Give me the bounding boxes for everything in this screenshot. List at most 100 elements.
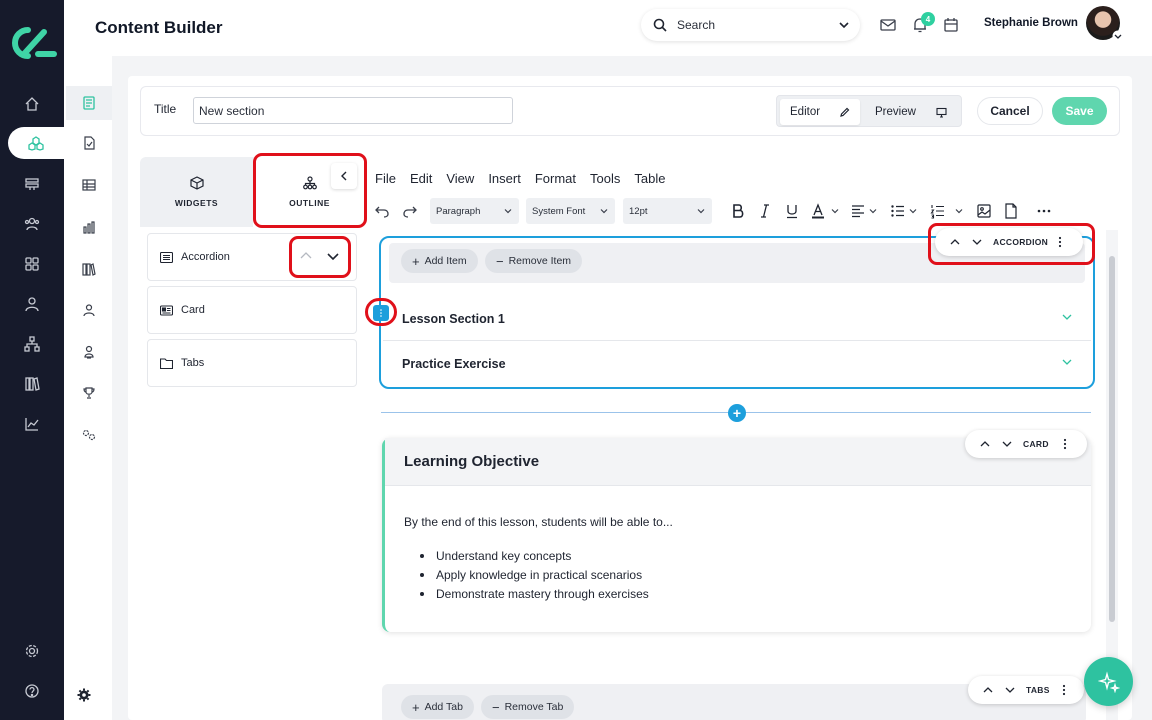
books-icon[interactable] xyxy=(76,256,102,282)
users-group-icon[interactable] xyxy=(18,210,46,238)
mail-icon[interactable] xyxy=(879,16,897,34)
move-up-icon[interactable] xyxy=(979,438,991,450)
calendar-icon[interactable] xyxy=(942,16,960,34)
chevron-down-icon[interactable] xyxy=(830,203,840,219)
bar-chart-icon[interactable] xyxy=(76,214,102,240)
underline-icon[interactable] xyxy=(784,203,800,219)
minus-icon: − xyxy=(492,699,500,715)
menu-view[interactable]: View xyxy=(446,171,474,189)
plus-icon: + xyxy=(412,699,420,715)
search-box[interactable]: Search xyxy=(641,9,860,41)
list-item: Apply knowledge in practical scenarios xyxy=(420,565,649,584)
chevron-down-icon[interactable] xyxy=(868,203,878,219)
text-color-icon[interactable] xyxy=(810,203,826,219)
numbered-list-icon[interactable] xyxy=(930,203,946,219)
kebab-menu-icon[interactable] xyxy=(1063,438,1067,450)
stack-icon[interactable] xyxy=(18,170,46,198)
settings-icon[interactable] xyxy=(18,637,46,665)
help-icon[interactable] xyxy=(18,677,46,705)
person-badge-icon[interactable] xyxy=(76,339,102,365)
accordion-item[interactable]: Practice Exercise xyxy=(381,341,1093,386)
redo-icon[interactable] xyxy=(402,203,418,219)
view-mode-toggle: Editor Preview xyxy=(776,95,962,127)
move-down-icon[interactable] xyxy=(1001,438,1013,450)
file-icon[interactable] xyxy=(1003,203,1019,219)
outline-item-label: Card xyxy=(181,304,205,316)
menu-edit[interactable]: Edit xyxy=(410,171,432,189)
remove-tab-button[interactable]: − Remove Tab xyxy=(481,695,575,719)
document-icon[interactable] xyxy=(76,130,102,156)
save-button[interactable]: Save xyxy=(1052,97,1107,125)
user-name[interactable]: Stephanie Brown xyxy=(984,17,1078,29)
bold-icon[interactable] xyxy=(730,203,746,219)
table-icon[interactable] xyxy=(76,172,102,198)
kebab-menu-icon[interactable] xyxy=(1062,684,1066,696)
chevron-down-icon[interactable] xyxy=(1061,356,1073,368)
gears-icon[interactable] xyxy=(76,422,102,448)
undo-icon[interactable] xyxy=(374,203,390,219)
font-family-select[interactable]: System Font xyxy=(526,198,615,224)
title-input[interactable] xyxy=(193,97,513,124)
bullet-list-icon[interactable] xyxy=(890,203,906,219)
align-left-icon[interactable] xyxy=(850,203,866,219)
menu-file[interactable]: File xyxy=(375,171,396,189)
block-format-select[interactable]: Paragraph xyxy=(430,198,519,224)
menu-format[interactable]: Format xyxy=(535,171,576,189)
content-page-icon[interactable] xyxy=(66,86,112,120)
user-icon[interactable] xyxy=(18,290,46,318)
accordion-item[interactable]: Lesson Section 1 xyxy=(381,296,1093,341)
person-icon[interactable] xyxy=(76,297,102,323)
chevron-down-icon[interactable] xyxy=(1061,311,1073,323)
ai-assistant-button[interactable] xyxy=(1084,657,1133,706)
hierarchy-icon[interactable] xyxy=(18,330,46,358)
app-logo[interactable] xyxy=(8,24,58,62)
tab-widgets[interactable]: WIDGETS xyxy=(140,157,253,227)
highlight-outline-tab xyxy=(253,153,367,228)
chart-line-icon[interactable] xyxy=(18,410,46,438)
insert-block-button[interactable]: + xyxy=(728,404,746,422)
content-builder-nav-icon[interactable] xyxy=(8,127,64,159)
preview-mode-button[interactable]: Preview xyxy=(865,99,957,125)
gear-icon[interactable] xyxy=(71,682,97,708)
chevron-down-icon xyxy=(697,209,705,214)
chevron-down-icon[interactable] xyxy=(954,203,964,219)
block-type-label: CARD xyxy=(1023,439,1049,449)
move-down-icon[interactable] xyxy=(1004,684,1016,696)
chevron-down-icon[interactable] xyxy=(838,19,850,31)
menu-table[interactable]: Table xyxy=(634,171,665,189)
editor-mode-button[interactable]: Editor xyxy=(780,99,860,125)
menu-tools[interactable]: Tools xyxy=(590,171,620,189)
grid-icon[interactable] xyxy=(18,250,46,278)
card-bullet-list[interactable]: Understand key concepts Apply knowledge … xyxy=(420,546,649,603)
more-options-icon[interactable] xyxy=(1036,203,1052,219)
search-input[interactable]: Search xyxy=(677,18,838,32)
accordion-item-label: Practice Exercise xyxy=(402,356,506,371)
italic-icon[interactable] xyxy=(757,203,773,219)
outline-item-label: Accordion xyxy=(181,251,230,263)
chevron-down-icon[interactable] xyxy=(908,203,918,219)
add-tab-button[interactable]: + Add Tab xyxy=(401,695,474,719)
remove-item-button[interactable]: − Remove Item xyxy=(485,249,583,273)
card-intro-text[interactable]: By the end of this lesson, students will… xyxy=(404,515,673,529)
remove-tab-label: Remove Tab xyxy=(504,701,564,713)
add-item-button[interactable]: + Add Item xyxy=(401,249,478,273)
home-icon[interactable] xyxy=(18,90,46,118)
menu-insert[interactable]: Insert xyxy=(488,171,521,189)
image-icon[interactable] xyxy=(976,203,992,219)
add-tab-label: Add Tab xyxy=(424,701,463,713)
add-item-label: Add Item xyxy=(424,255,467,267)
plus-icon: + xyxy=(412,253,420,269)
outline-item-tabs[interactable]: Tabs xyxy=(147,339,357,387)
tab-widgets-label: WIDGETS xyxy=(174,198,219,208)
canvas-scrollbar[interactable] xyxy=(1109,256,1115,622)
editor-label: Editor xyxy=(790,106,821,118)
move-up-icon[interactable] xyxy=(982,684,994,696)
trophy-icon[interactable] xyxy=(76,380,102,406)
card-title[interactable]: Learning Objective xyxy=(404,453,539,470)
cancel-button[interactable]: Cancel xyxy=(977,97,1043,125)
library-icon[interactable] xyxy=(18,370,46,398)
preview-label: Preview xyxy=(875,106,916,118)
user-menu-chevron-icon[interactable] xyxy=(1112,30,1124,42)
font-size-select[interactable]: 12pt xyxy=(623,198,712,224)
outline-item-card[interactable]: Card xyxy=(147,286,357,334)
